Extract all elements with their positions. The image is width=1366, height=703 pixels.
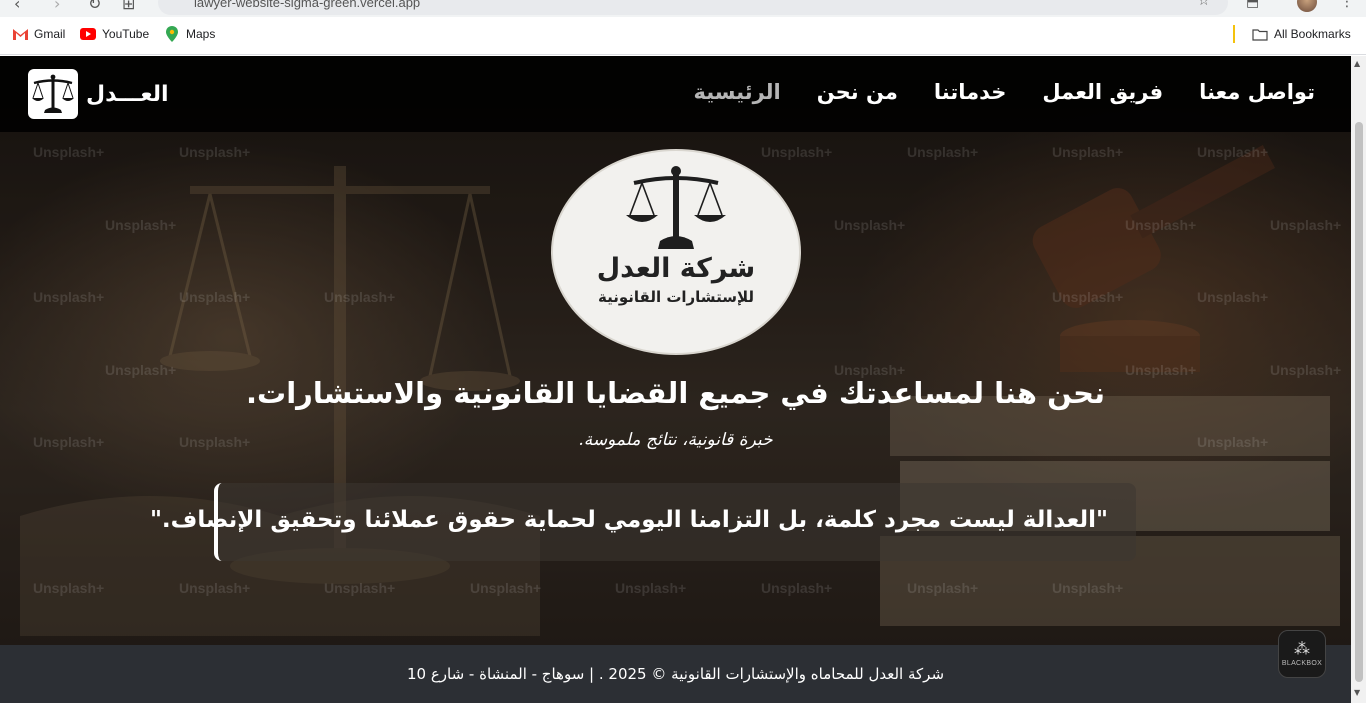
hero-tagline: خبرة قانونية، نتائج ملموسة. xyxy=(578,430,773,450)
bookmark-gmail[interactable]: Gmail xyxy=(12,26,65,42)
profile-avatar[interactable] xyxy=(1297,0,1317,12)
scales-of-justice-icon xyxy=(32,74,74,113)
watermark: Unsplash+ xyxy=(324,580,396,596)
download-icon[interactable]: ⬒ xyxy=(1246,0,1259,10)
bookmark-maps[interactable]: Maps xyxy=(164,26,215,42)
watermark: Unsplash+ xyxy=(33,580,105,596)
website-page: Unsplash+ Unsplash+ Unsplash+ Unsplash+ … xyxy=(0,56,1351,703)
nav-services[interactable]: خدماتنا xyxy=(934,80,1007,104)
maps-icon xyxy=(164,26,180,42)
bookmark-label: Maps xyxy=(186,27,216,41)
bookmarks-bar: Gmail YouTube Maps All Bookmarks xyxy=(0,17,1366,55)
company-emblem: شركة العدل للإستشارات القانونية xyxy=(551,149,801,355)
watermark: Unsplash+ xyxy=(33,289,105,305)
watermark: Unsplash+ xyxy=(1197,144,1269,160)
nav-about[interactable]: من نحن xyxy=(817,80,898,104)
watermark: Unsplash+ xyxy=(470,580,542,596)
watermark: Unsplash+ xyxy=(907,144,979,160)
bookmark-star-icon[interactable]: ☆ xyxy=(1197,0,1210,9)
watermark: Unsplash+ xyxy=(105,217,177,233)
scroll-up-icon[interactable]: ▲ xyxy=(1354,59,1360,68)
brand-logo xyxy=(28,69,78,119)
watermark: Unsplash+ xyxy=(1052,289,1124,305)
all-bookmarks-label: All Bookmarks xyxy=(1274,27,1351,41)
reload-icon[interactable]: ↻ xyxy=(88,0,101,13)
emblem-title: شركة العدل xyxy=(596,253,756,284)
watermark: Unsplash+ xyxy=(1270,217,1342,233)
youtube-icon xyxy=(80,26,96,42)
brand-name: العـــدل xyxy=(86,81,169,107)
bookmark-label: YouTube xyxy=(102,27,150,41)
emblem-subtitle: للإستشارات القانونية xyxy=(598,288,754,306)
watermark: Unsplash+ xyxy=(179,144,251,160)
bookmarks-divider xyxy=(1233,25,1235,43)
address-bar[interactable]: lawyer-website-sigma-green.vercel.app ☆ xyxy=(158,0,1228,15)
watermark: Unsplash+ xyxy=(324,289,396,305)
back-icon[interactable]: ‹ xyxy=(14,0,20,13)
watermark: Unsplash+ xyxy=(1052,144,1124,160)
folder-icon xyxy=(1252,26,1268,42)
brand-logo-link[interactable]: العـــدل xyxy=(28,69,169,119)
nav-menu: تواصل معنا فريق العمل خدماتنا من نحن الر… xyxy=(693,80,1315,104)
scales-of-justice-icon xyxy=(626,166,726,249)
nav-team[interactable]: فريق العمل xyxy=(1042,80,1163,104)
bookmark-label: Gmail xyxy=(34,27,66,41)
hero-headline: نحن هنا لمساعدتك في جميع القضايا القانون… xyxy=(246,376,1105,410)
browser-toolbar: ‹ › ↻ ⊞ lawyer-website-sigma-green.verce… xyxy=(0,0,1366,17)
gmail-icon xyxy=(12,26,28,42)
blackbox-widget-button[interactable]: ⁂ BLACKBOX xyxy=(1278,630,1326,678)
site-footer: شركة العدل للمحاماه والإستشارات القانوني… xyxy=(0,645,1351,703)
quote-text: "العدالة ليست مجرد كلمة، بل التزامنا الي… xyxy=(149,507,1108,533)
quote-block: "العدالة ليست مجرد كلمة، بل التزامنا الي… xyxy=(150,483,1136,561)
watermark: Unsplash+ xyxy=(615,580,687,596)
watermark: Unsplash+ xyxy=(179,289,251,305)
watermark: Unsplash+ xyxy=(761,144,833,160)
hero-section: Unsplash+ Unsplash+ Unsplash+ Unsplash+ … xyxy=(0,56,1351,645)
url-text[interactable]: lawyer-website-sigma-green.vercel.app xyxy=(194,0,420,10)
watermark: Unsplash+ xyxy=(1125,217,1197,233)
watermark: Unsplash+ xyxy=(907,580,979,596)
forward-icon[interactable]: › xyxy=(54,0,60,13)
nav-home[interactable]: الرئيسية xyxy=(693,80,780,104)
watermark: Unsplash+ xyxy=(761,580,833,596)
watermark: Unsplash+ xyxy=(1052,580,1124,596)
scroll-thumb[interactable] xyxy=(1355,122,1363,682)
blackbox-logo-icon: ⁂ xyxy=(1294,639,1310,658)
all-bookmarks[interactable]: All Bookmarks xyxy=(1252,26,1351,42)
footer-text: شركة العدل للمحاماه والإستشارات القانوني… xyxy=(406,665,945,683)
site-navbar: العـــدل تواصل معنا فريق العمل خدماتنا م… xyxy=(0,56,1351,132)
watermark: Unsplash+ xyxy=(1197,289,1269,305)
watermark: Unsplash+ xyxy=(33,144,105,160)
watermark: Unsplash+ xyxy=(834,217,906,233)
apps-icon[interactable]: ⊞ xyxy=(122,0,135,13)
bookmark-youtube[interactable]: YouTube xyxy=(80,26,149,42)
nav-contact[interactable]: تواصل معنا xyxy=(1199,80,1315,104)
watermark: Unsplash+ xyxy=(179,580,251,596)
blackbox-label: BLACKBOX xyxy=(1281,660,1323,667)
menu-icon[interactable]: ⋮ xyxy=(1340,0,1354,10)
scroll-down-icon[interactable]: ▼ xyxy=(1354,688,1360,697)
page-scrollbar[interactable]: ▲ ▼ xyxy=(1351,56,1366,703)
